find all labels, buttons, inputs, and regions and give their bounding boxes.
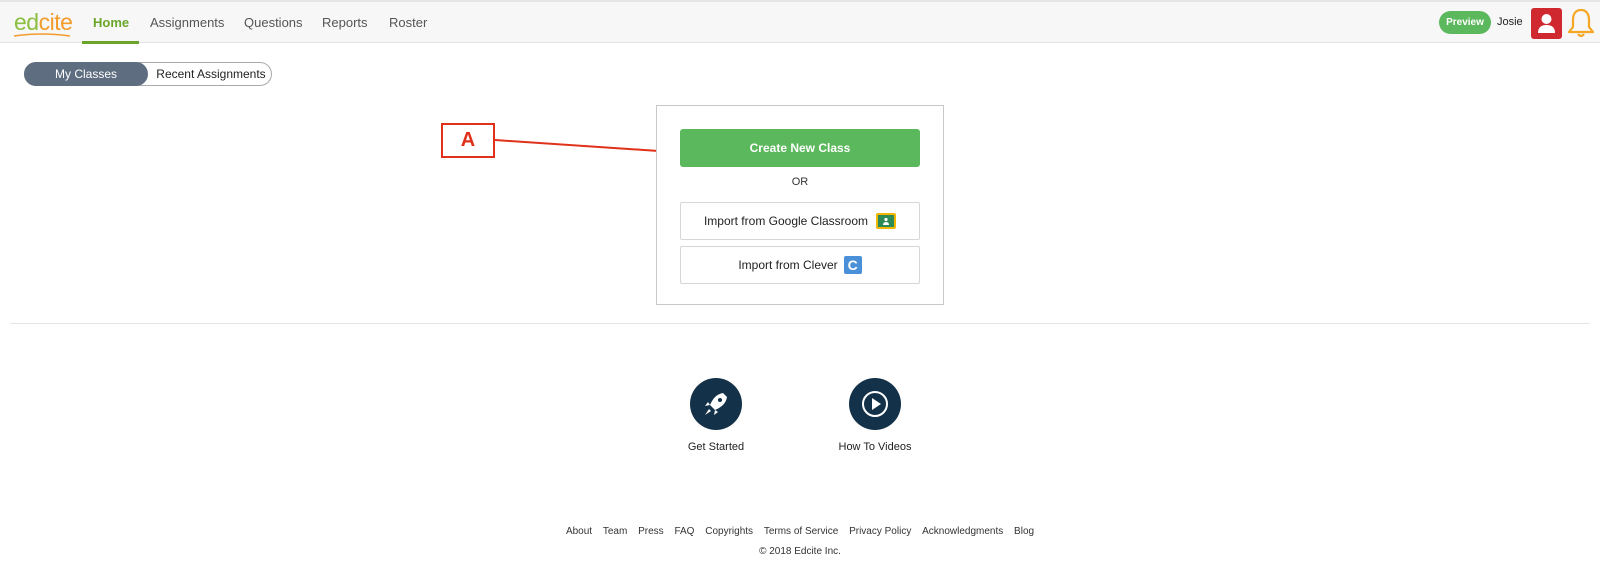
rocket-icon [705,393,727,415]
footer-links: About Team Press FAQ Copyrights Terms of… [0,526,1600,537]
footer-link-faq[interactable]: FAQ [674,526,694,537]
get-started-button[interactable] [690,378,742,430]
import-clever-label: Import from Clever [738,258,838,272]
import-clever-button[interactable]: Import from Clever C [680,246,920,284]
footer-link-terms[interactable]: Terms of Service [764,526,838,537]
annotation-pointer-line [494,139,689,154]
footer-link-acknowledgments[interactable]: Acknowledgments [922,526,1003,537]
footer-link-blog[interactable]: Blog [1014,526,1034,537]
footer-link-team[interactable]: Team [603,526,627,537]
footer-link-press[interactable]: Press [638,526,664,537]
user-avatar[interactable] [1531,8,1562,39]
clever-icon: C [843,256,862,274]
create-new-class-button[interactable]: Create New Class [680,129,920,167]
import-google-classroom-button[interactable]: Import from Google Classroom [680,202,920,240]
bell-icon[interactable] [1566,7,1596,39]
section-divider [10,323,1590,324]
user-name[interactable]: Josie [1497,15,1523,30]
footer-link-copyrights[interactable]: Copyrights [705,526,753,537]
how-to-videos-label[interactable]: How To Videos [815,441,935,453]
footer-link-privacy[interactable]: Privacy Policy [849,526,911,537]
user-icon [1538,14,1555,33]
copyright-text: © 2018 Edcite Inc. [759,546,841,557]
play-icon [862,391,888,417]
annotation-label: A [441,123,495,158]
footer-link-about[interactable]: About [566,526,592,537]
or-separator: OR [791,176,809,188]
get-started-label[interactable]: Get Started [656,441,776,453]
class-setup-card: Create New Class OR Import from Google C… [656,105,944,305]
google-classroom-icon [876,213,897,229]
how-to-videos-button[interactable] [849,378,901,430]
preview-button[interactable]: Preview [1439,11,1491,34]
import-google-label: Import from Google Classroom [703,214,869,228]
